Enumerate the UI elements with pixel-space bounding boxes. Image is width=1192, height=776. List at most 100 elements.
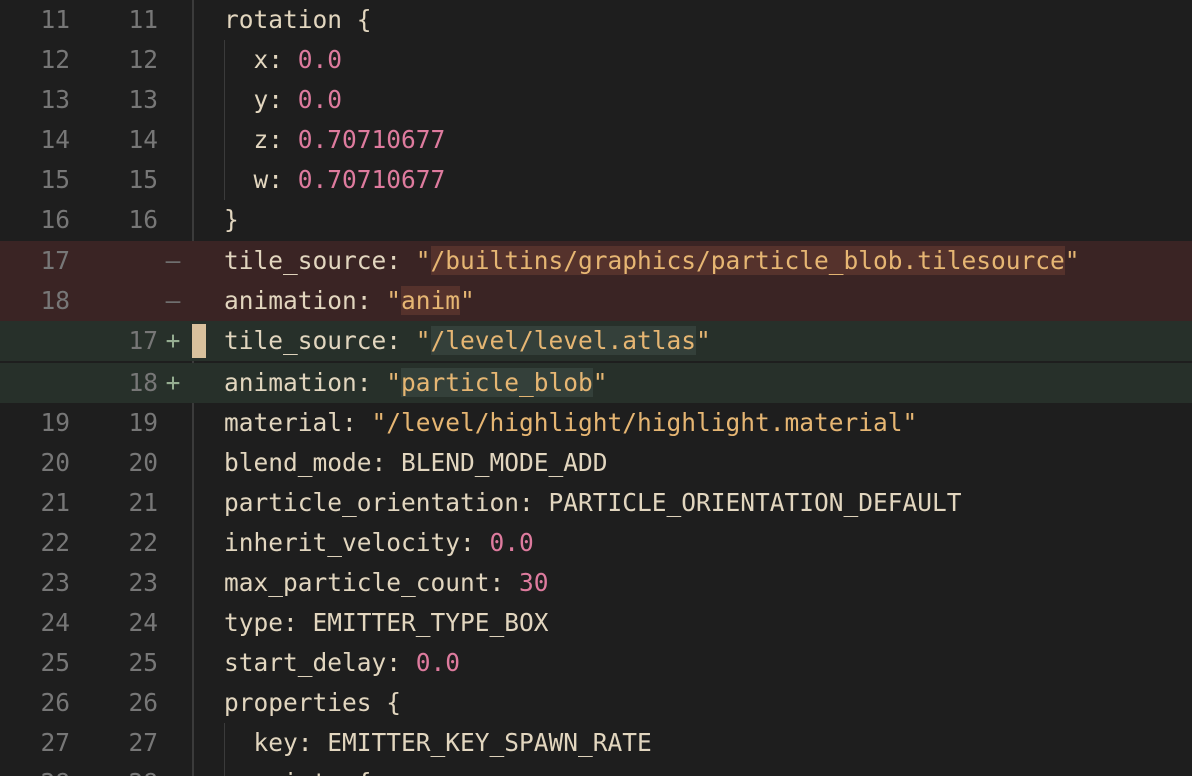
old-line-number: 15 [40,165,70,194]
old-line-number: 27 [40,728,70,757]
new-line-number: 25 [128,648,158,677]
code-text: max_particle_count: 30 [224,563,549,603]
minus-icon: — [165,286,181,315]
code-token: "/level/highlight/highlight.material" [371,408,918,437]
plus-icon: + [165,368,181,397]
code-token: particle_orientation: PARTICLE_ORIENTATI… [224,488,962,517]
code-token: /builtins/graphics/particle_blob.tilesou… [430,246,1065,275]
code-text: blend_mode: BLEND_MODE_ADD [224,443,608,483]
new-line-number: 13 [128,85,158,114]
code-token: key: EMITTER_KEY_SPAWN_RATE [253,728,652,757]
old-line-number: 11 [40,5,70,34]
code-token: /level/level.atlas [430,326,697,355]
diff-line[interactable]: 27 27 key: EMITTER_KEY_SPAWN_RATE [0,723,1192,763]
code-token: y: [253,85,298,114]
code-token: animation: [224,368,387,397]
old-line-number: 12 [40,45,70,74]
new-line-number: 15 [128,165,158,194]
diff-line-added[interactable]: 17 + tile_source: "/level/level.atlas" [0,321,1192,361]
old-line-number: 25 [40,648,70,677]
diff-view[interactable]: 11 11 rotation {12 12 x: 0.0 13 13 y: 0.0 14 14… [0,0,1192,776]
cursor-change-bar [192,324,206,358]
diff-line[interactable]: 26 26 properties { [0,683,1192,723]
code-text: rotation { [224,0,372,40]
new-line-number: 28 [90,763,158,776]
new-line-number: 16 [128,205,158,234]
old-line-number: 20 [40,448,70,477]
diff-line-added[interactable]: 18 + animation: "particle_blob" [0,363,1192,403]
code-token: tile_source: [224,326,416,355]
diff-line[interactable]: 23 23 max_particle_count: 30 [0,563,1192,603]
old-line-number [0,363,70,403]
code-token: 0.0 [297,85,343,114]
old-line-number: 24 [40,608,70,637]
code-text: z: 0.70710677 [224,120,446,160]
code-token: animation: [224,286,387,315]
new-line-number: 18 [128,368,158,397]
code-token: max_particle_count: [224,568,520,597]
old-line-number: 23 [40,568,70,597]
code-token: points { [254,768,372,776]
indent-guide [224,723,225,776]
old-line-number: 14 [40,125,70,154]
new-line-number: 12 [128,45,158,74]
code-token: " [386,368,402,397]
new-line-number: 27 [128,728,158,757]
new-line-number: 21 [128,488,158,517]
diff-line[interactable]: 24 24 type: EMITTER_TYPE_BOX [0,603,1192,643]
diff-line[interactable]: 12 12 x: 0.0 [0,40,1192,80]
code-token: blend_mode: BLEND_MODE_ADD [224,448,608,477]
code-text: } [224,200,239,240]
code-token: 30 [519,568,549,597]
code-token: " [415,246,431,275]
code-token: " [460,286,475,315]
code-text: w: 0.70710677 [224,160,446,200]
code-token: properties { [224,688,402,717]
new-line-number: 22 [128,528,158,557]
new-line-number: 26 [128,688,158,717]
plus-icon: + [165,326,181,355]
new-line-number: 17 [128,326,158,355]
code-token: 0.70710677 [297,165,446,194]
new-line-number: 14 [128,125,158,154]
diff-line[interactable]: 28 28 points { [0,763,1192,776]
code-text: material: "/level/highlight/highlight.ma… [224,403,917,443]
new-line-number: 23 [128,568,158,597]
diff-line[interactable]: 21 21 particle_orientation: PARTICLE_ORIEN… [0,483,1192,523]
code-token: " [696,326,711,355]
old-line-number: 17 [40,246,70,275]
code-text: tile_source: "/level/level.atlas" [224,321,711,361]
new-line-number: 19 [128,408,158,437]
code-token: " [592,368,608,397]
diff-line-removed[interactable]: 18 — animation: "anim" [0,281,1192,321]
diff-line[interactable]: 19 19 material: "/level/highlight/highligh… [0,403,1192,443]
indent-guide [224,40,225,200]
code-text: animation: "anim" [224,281,475,321]
code-text: y: 0.0 [224,80,343,120]
code-token: } [224,205,239,234]
diff-line[interactable]: 14 14 z: 0.70710677 [0,120,1192,160]
code-token: " [1064,246,1080,275]
code-text: inherit_velocity: 0.0 [224,523,534,563]
diff-line[interactable]: 25 25 start_delay: 0.0 [0,643,1192,683]
new-line-number: 20 [128,448,158,477]
old-line-number: 13 [40,85,70,114]
diff-line[interactable]: 16 16} [0,200,1192,240]
code-token: inherit_velocity: [224,528,490,557]
diff-line[interactable]: 20 20 blend_mode: BLEND_MODE_ADD [0,443,1192,483]
code-text: animation: "particle_blob" [224,363,608,403]
code-token: particle_blob [401,368,593,397]
diff-line[interactable]: 11 11 rotation { [0,0,1192,40]
code-token: " [386,286,402,315]
diff-line[interactable]: 22 22 inherit_velocity: 0.0 [0,523,1192,563]
new-line-number: 24 [128,608,158,637]
new-line-number: 11 [128,5,158,34]
old-line-number: 26 [40,688,70,717]
diff-line[interactable]: 13 13 y: 0.0 [0,80,1192,120]
diff-line[interactable]: 15 15 w: 0.70710677 [0,160,1192,200]
code-text: tile_source: "/builtins/graphics/particl… [224,241,1080,281]
code-token: w: [253,165,298,194]
code-token: " [415,326,431,355]
old-line-number: 19 [40,408,70,437]
diff-line-removed[interactable]: 17 — tile_source: "/builtins/graphics/part… [0,241,1192,281]
